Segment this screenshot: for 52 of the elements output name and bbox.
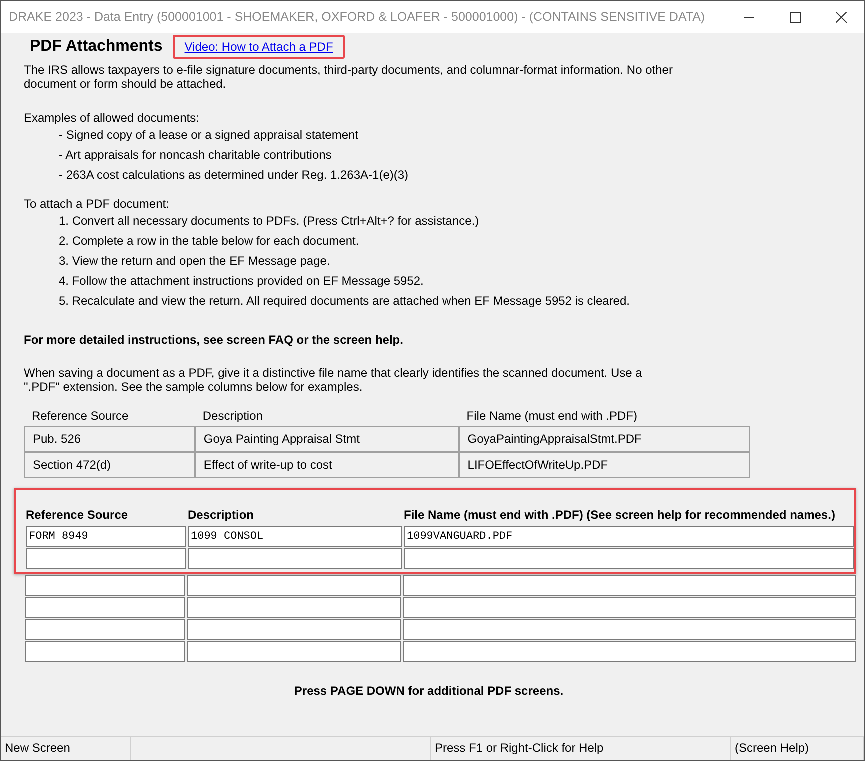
examples-heading: Examples of allowed documents: bbox=[24, 111, 200, 125]
table-input-field[interactable] bbox=[187, 575, 401, 596]
table-input-field[interactable] bbox=[403, 597, 856, 618]
step-item: 1. Convert all necessary documents to PDFs. (Press Ctrl+Alt+? for assistance.) bbox=[58, 213, 480, 230]
close-icon bbox=[836, 12, 846, 22]
table-input-field[interactable]: 1099 CONSOL bbox=[188, 526, 402, 547]
intro-paragraph: The IRS allows taxpayers to e-file signature documents, third-party documents, and columnar-format information. No other document or form should be attached. bbox=[24, 63, 674, 91]
table-input-field[interactable] bbox=[187, 641, 401, 662]
table-cell: Pub. 526 bbox=[24, 426, 195, 452]
table-input-field[interactable] bbox=[26, 548, 186, 569]
table-input-field[interactable] bbox=[403, 619, 856, 640]
table-input-field[interactable] bbox=[25, 641, 185, 662]
steps-heading: To attach a PDF document: bbox=[24, 197, 170, 211]
step-item: 3. View the return and open the EF Message page. bbox=[58, 253, 332, 270]
status-text: (Screen Help) bbox=[731, 737, 864, 760]
table-cell: Goya Painting Appraisal Stmt bbox=[194, 426, 459, 452]
table-input-field[interactable] bbox=[403, 641, 856, 662]
table-input-field[interactable] bbox=[188, 548, 402, 569]
column-header: Description bbox=[202, 408, 264, 425]
table-input-field[interactable] bbox=[25, 575, 185, 596]
instructions-note: For more detailed instructions, see screen FAQ or the screen help. bbox=[24, 333, 404, 347]
step-item: 5. Recalculate and view the return. All required documents are attached when EF Message 5952 is cleared. bbox=[58, 293, 631, 310]
table-input-field[interactable] bbox=[25, 597, 185, 618]
table-input-field[interactable] bbox=[25, 619, 185, 640]
naming-note: When saving a document as a PDF, give it a distinctive file name that clearly identifies the scanned document. Use a ".PDF" extension. See the sample columns below for examples. bbox=[24, 366, 644, 394]
column-header: File Name (must end with .PDF) (See screen help for recommended names.) bbox=[404, 508, 836, 524]
window-title: DRAKE 2023 - Data Entry (500001001 - SHOEMAKER, OXFORD & LOAFER - 500001000) - (CONTAINS SENSITIVE DATA) bbox=[9, 10, 706, 24]
table-input-field[interactable] bbox=[187, 619, 401, 640]
page-down-note: Press PAGE DOWN for additional PDF screens. bbox=[293, 684, 565, 698]
table-cell: LIFOEffectOfWriteUp.PDF bbox=[458, 452, 750, 478]
table-input-field[interactable] bbox=[187, 597, 401, 618]
status-text: New Screen bbox=[1, 737, 131, 760]
example-item: - Art appraisals for noncash charitable contributions bbox=[58, 147, 333, 164]
table-input-field[interactable]: FORM 8949 bbox=[26, 526, 186, 547]
column-header: Reference Source bbox=[26, 508, 130, 524]
column-header: Description bbox=[188, 508, 256, 524]
table-cell: Effect of write-up to cost bbox=[194, 452, 459, 478]
maximize-icon bbox=[790, 12, 800, 22]
table-input-field[interactable] bbox=[404, 548, 854, 569]
screen-heading: PDF Attachments bbox=[30, 38, 163, 56]
status-text: Press F1 or Right-Click for Help bbox=[431, 737, 731, 760]
example-item: - 263A cost calculations as determined under Reg. 1.263A-1(e)(3) bbox=[58, 167, 410, 184]
table-cell: GoyaPaintingAppraisalStmt.PDF bbox=[458, 426, 750, 452]
step-item: 4. Follow the attachment instructions provided on EF Message 5952. bbox=[58, 273, 425, 290]
table-input-field[interactable] bbox=[403, 575, 856, 596]
column-header: Reference Source bbox=[31, 408, 130, 425]
step-item: 2. Complete a row in the table below for each document. bbox=[58, 233, 360, 250]
column-header: File Name (must end with .PDF) bbox=[466, 408, 639, 425]
table-cell: Section 472(d) bbox=[24, 452, 195, 478]
video-link[interactable]: Video: How to Attach a PDF bbox=[172, 35, 346, 59]
example-item: - Signed copy of a lease or a signed appraisal statement bbox=[58, 127, 360, 144]
table-input-field[interactable]: 1099VANGUARD.PDF bbox=[404, 526, 854, 547]
